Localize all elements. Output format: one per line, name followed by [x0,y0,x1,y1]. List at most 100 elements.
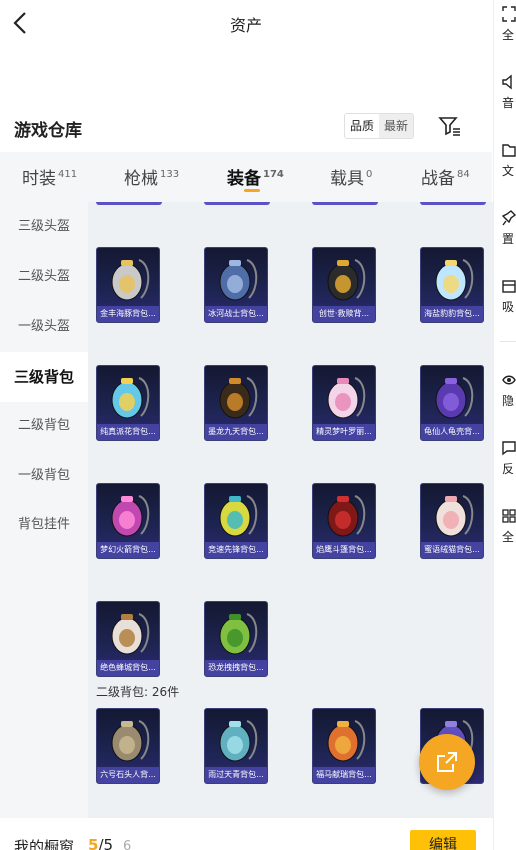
category-level3-backpack[interactable]: 三级背包 [0,352,88,402]
item-name: 恐龙拽拽背包... [205,660,267,676]
showcase-count: 5/5 6 [88,836,131,850]
top-bar: 资产 [0,0,492,44]
item-card[interactable]: 冰河战士背包... [204,247,268,323]
backpack-icon [111,259,150,301]
showcase-max: /5 [98,836,114,850]
item-name: 金丰海豚背包... [97,306,159,322]
side-label-7: 全 [502,530,515,544]
category-level1-helmet[interactable]: 一级头盔 [0,302,88,352]
item-name: 焰鹰斗篷背包... [313,542,375,558]
tab-count: 411 [58,169,78,180]
showcase-current: 5 [88,836,99,850]
item-card[interactable]: 纯真派花背包... [96,365,160,441]
item-card[interactable]: 精灵梦叶罗丽... [312,365,376,441]
item-card[interactable]: 竞速先锋背包... [204,483,268,559]
share-button[interactable] [419,734,475,790]
side-item-7[interactable]: 全 [502,508,516,545]
warehouse-title: 游戏仓库 [14,121,82,141]
item-card[interactable]: 绝色蜂城背包... [96,601,160,677]
side-item-3[interactable]: 置 [502,210,516,247]
tab-label: 枪械 [124,169,158,189]
section-title: 二级背包: 26件 [96,685,180,699]
backpack-icon [111,495,150,537]
fullscreen-icon [502,6,516,22]
feedback-icon [502,441,516,456]
item-card[interactable]: 海盐豹豹背包... [420,247,484,323]
pin-icon [502,210,516,226]
item-card[interactable]: 蜜语绒猫背包... [420,483,484,559]
tab-count: 133 [160,169,180,180]
category-level3-helmet[interactable]: 三级头盔 [0,202,88,252]
category-list: 三级头盔 二级头盔 一级头盔 三级背包 二级背包 一级背包 背包挂件 [0,202,88,818]
item-name: 海盐豹豹背包... [421,306,483,322]
backpack-icon [327,720,366,762]
backpack-icon [435,259,474,301]
side-label-0: 全 [502,28,515,42]
backpack-icon [219,613,258,655]
showcase-extra: 6 [123,839,132,850]
active-tab-indicator [244,189,260,192]
tab-label: 时装 [22,169,56,189]
side-item-0[interactable]: 全 [502,6,516,43]
tab-label: 装备 [227,169,261,189]
side-item-2[interactable]: 文 [502,142,516,179]
backpack-icon [327,495,366,537]
filter-icon[interactable] [438,114,462,138]
side-item-5[interactable]: 隐 [502,372,516,409]
item-card[interactable]: 龟仙人龟壳背... [420,365,484,441]
category-tabs: 时装 411 枪械 133 装备 174 载具 0 战备 84 [0,152,492,202]
sort-option-latest[interactable]: 最新 [379,114,414,138]
item-card[interactable]: 梦幻火箭背包... [96,483,160,559]
item-peek [96,202,162,205]
item-grid: 金丰海豚背包... 冰河战士背包... 创世·救赎背... 海盐豹豹背包... 纯真派花… [88,202,493,818]
item-name: 创世·救赎背... [313,306,375,322]
side-label-1: 音 [502,96,515,110]
side-label-2: 文 [502,164,515,178]
item-name: 绝色蜂城背包... [97,660,159,676]
item-card[interactable]: 墨龙九天背包... [204,365,268,441]
item-name: 冰河战士背包... [205,306,267,322]
side-item-6[interactable]: 反 [502,440,516,477]
item-name: 墨龙九天背包... [205,424,267,440]
backpack-icon [327,259,366,301]
tab-supplies[interactable]: 战备 84 [421,164,470,189]
showcase-label: 我的橱窗 [14,838,75,850]
category-backpack-charm[interactable]: 背包挂件 [0,500,88,550]
side-item-1[interactable]: 音 [502,74,516,111]
category-level1-backpack[interactable]: 一级背包 [0,451,88,501]
item-card[interactable]: 六号石头人背... [96,708,160,784]
side-panel: 全 音 文 置 吸 隐 反 全 [493,0,516,850]
side-divider [500,341,516,342]
edit-button[interactable]: 编辑 [410,830,476,850]
share-icon [437,752,457,772]
side-label-4: 吸 [502,300,515,314]
backpack-icon [435,377,474,419]
item-card[interactable]: 焰鹰斗篷背包... [312,483,376,559]
tab-equipment[interactable]: 装备 174 [227,164,284,189]
item-card[interactable]: 创世·救赎背... [312,247,376,323]
item-peek [420,202,486,205]
backpack-icon [219,259,258,301]
tab-fashion[interactable]: 时装 411 [22,164,77,189]
backpack-icon [219,377,258,419]
item-name: 龟仙人龟壳背... [421,424,483,440]
item-card[interactable]: 恐龙拽拽背包... [204,601,268,677]
backpack-icon [111,377,150,419]
tab-label: 载具 [330,169,364,189]
backpack-icon [219,720,258,762]
side-item-4[interactable]: 吸 [502,278,516,315]
float-window-icon [502,280,516,293]
sort-option-quality[interactable]: 品质 [345,114,380,138]
item-card[interactable]: 雨过天青背包... [204,708,268,784]
category-level2-helmet[interactable]: 二级头盔 [0,252,88,302]
item-name: 福马献瑞背包... [313,767,375,783]
speaker-icon [502,74,512,90]
item-card[interactable]: 金丰海豚背包... [96,247,160,323]
tab-guns[interactable]: 枪械 133 [124,164,179,189]
tab-vehicles[interactable]: 载具 0 [330,164,372,189]
category-level2-backpack[interactable]: 二级背包 [0,401,88,451]
side-label-5: 隐 [502,394,515,408]
item-name: 梦幻火箭背包... [97,542,159,558]
item-card[interactable]: 福马献瑞背包... [312,708,376,784]
item-name: 雨过天青背包... [205,767,267,783]
